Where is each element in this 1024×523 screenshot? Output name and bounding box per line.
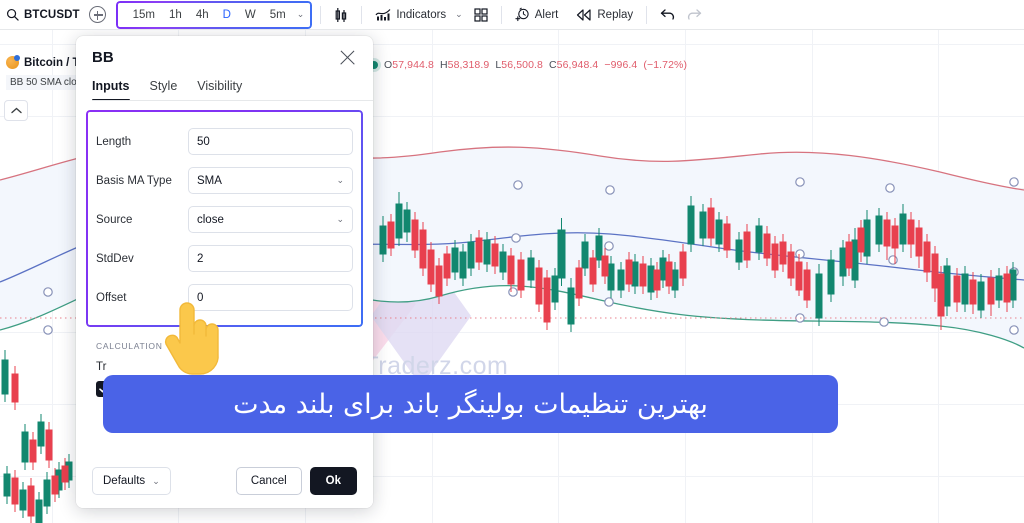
calculation-section-label: CALCULATION bbox=[96, 341, 163, 351]
indicators-icon bbox=[375, 8, 391, 22]
replay-label: Replay bbox=[597, 8, 634, 21]
redo-icon bbox=[686, 8, 702, 21]
alert-button[interactable]: Alert bbox=[510, 7, 564, 22]
timeframe-1h[interactable]: 1h bbox=[162, 9, 189, 21]
symbol-title: Bitcoin / T bbox=[24, 56, 80, 69]
timeframe-selector[interactable]: 15m 1h 4h D W 5m ⌄ bbox=[116, 1, 313, 29]
collapse-pane-button[interactable] bbox=[4, 100, 28, 121]
dialog-footer: Defaults ⌄ Cancel Ok bbox=[76, 454, 373, 508]
source-value: close bbox=[197, 213, 224, 226]
divider bbox=[320, 5, 322, 24]
indicators-label: Indicators bbox=[396, 8, 447, 21]
ohlc-readout: O57,944.8 H58,318.9 L56,500.8 C56,948.4 … bbox=[370, 59, 687, 71]
annotation-banner: بهترین تنظیمات بولینگر باند برای بلند مد… bbox=[103, 375, 838, 433]
basis-ma-type-select[interactable]: SMA ⌄ bbox=[188, 167, 353, 194]
add-symbol-button[interactable] bbox=[88, 6, 106, 23]
chart-type-button[interactable] bbox=[329, 7, 353, 23]
undo-button[interactable] bbox=[655, 8, 681, 21]
stddev-label: StdDev bbox=[96, 252, 134, 265]
source-select[interactable]: close ⌄ bbox=[188, 206, 353, 233]
timeframe-4h[interactable]: 4h bbox=[189, 9, 216, 21]
source-label: Source bbox=[96, 213, 133, 226]
alert-clock-icon bbox=[515, 7, 530, 22]
calculation-row-label: Tr bbox=[96, 361, 107, 373]
divider bbox=[361, 5, 363, 24]
length-label: Length bbox=[96, 135, 132, 148]
dialog-title: BB bbox=[92, 49, 114, 66]
divider bbox=[646, 5, 648, 24]
redo-button[interactable] bbox=[681, 8, 707, 21]
grid-layout-icon bbox=[474, 7, 488, 22]
indicators-chevron-down-icon[interactable]: ⌄ bbox=[455, 9, 463, 20]
basis-ma-type-value: SMA bbox=[197, 174, 222, 187]
ohlc-close: C56,948.4 bbox=[548, 59, 599, 71]
tab-visibility[interactable]: Visibility bbox=[197, 79, 242, 101]
field-row-basis-ma-type: Basis MA Type SMA ⌄ bbox=[96, 161, 353, 200]
search-icon bbox=[6, 8, 19, 21]
indicators-button[interactable]: Indicators bbox=[370, 8, 451, 22]
cancel-button[interactable]: Cancel bbox=[235, 467, 302, 495]
divider bbox=[500, 5, 502, 24]
chevron-down-icon: ⌄ bbox=[152, 475, 160, 486]
timeframe-5m[interactable]: 5m bbox=[263, 9, 293, 21]
replay-button[interactable]: Replay bbox=[571, 9, 638, 21]
inputs-group-highlight: Length 50 Basis MA Type SMA ⌄ Source clo… bbox=[86, 110, 363, 327]
timeframe-w[interactable]: W bbox=[238, 9, 263, 21]
screenshot-root: Digi Traderz.com bbox=[0, 0, 1024, 523]
defaults-button[interactable]: Defaults ⌄ bbox=[92, 467, 171, 495]
undo-icon bbox=[660, 8, 676, 21]
chevron-up-icon bbox=[10, 107, 22, 114]
defaults-label: Defaults bbox=[103, 475, 146, 487]
ohlc-open: O57,944.8 bbox=[384, 59, 434, 71]
alert-label: Alert bbox=[534, 8, 559, 21]
field-row-stddev: StdDev 2 bbox=[96, 239, 353, 278]
chevron-down-icon: ⌄ bbox=[336, 175, 344, 185]
field-row-length: Length 50 bbox=[96, 122, 353, 161]
ohlc-change-pct: (−1.72%) bbox=[643, 59, 688, 71]
close-icon[interactable] bbox=[339, 49, 357, 67]
tab-inputs[interactable]: Inputs bbox=[92, 79, 130, 101]
tab-style[interactable]: Style bbox=[150, 79, 178, 101]
tabs-underline bbox=[92, 100, 373, 101]
chevron-down-icon[interactable]: ⌄ bbox=[297, 9, 305, 20]
top-toolbar: BTCUSDT 15m 1h 4h D W 5m ⌄ Indicators ⌄ … bbox=[0, 0, 1024, 30]
field-row-source: Source close ⌄ bbox=[96, 200, 353, 239]
symbol-label: BTCUSDT bbox=[24, 8, 80, 21]
basis-ma-type-label: Basis MA Type bbox=[96, 174, 172, 187]
indicator-settings-dialog: BB Inputs Style Visibility Length 50 Bas… bbox=[76, 36, 373, 508]
length-input[interactable]: 50 bbox=[188, 128, 353, 155]
chevron-down-icon: ⌄ bbox=[336, 214, 344, 224]
replay-icon bbox=[576, 8, 592, 21]
symbol-search[interactable]: BTCUSDT bbox=[0, 8, 80, 21]
pointing-hand-icon bbox=[160, 300, 222, 383]
bitcoin-icon bbox=[6, 55, 20, 69]
timeframe-d[interactable]: D bbox=[216, 9, 238, 21]
ohlc-low: L56,500.8 bbox=[495, 59, 543, 71]
layout-button[interactable] bbox=[469, 7, 493, 22]
stddev-input[interactable]: 2 bbox=[188, 245, 353, 272]
dialog-tabs: Inputs Style Visibility bbox=[76, 79, 373, 101]
candlestick-icon bbox=[334, 7, 348, 23]
ohlc-change: −996.4 bbox=[604, 59, 638, 71]
field-row-offset: Offset 0 bbox=[96, 278, 353, 317]
dialog-header: BB bbox=[76, 36, 373, 79]
ohlc-high: H58,318.9 bbox=[439, 59, 490, 71]
timeframe-15m[interactable]: 15m bbox=[126, 9, 162, 21]
ok-button[interactable]: Ok bbox=[309, 467, 357, 495]
